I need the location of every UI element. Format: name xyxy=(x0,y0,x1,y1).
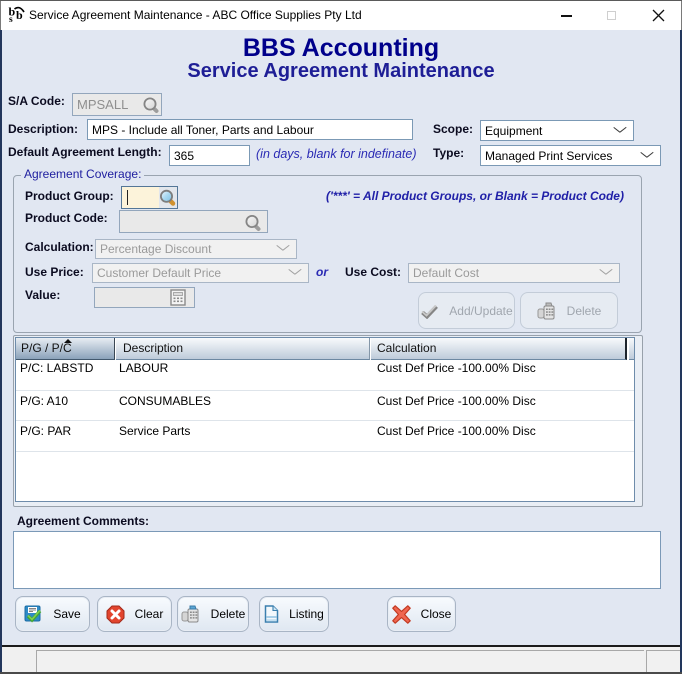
svg-text:s: s xyxy=(9,15,13,25)
